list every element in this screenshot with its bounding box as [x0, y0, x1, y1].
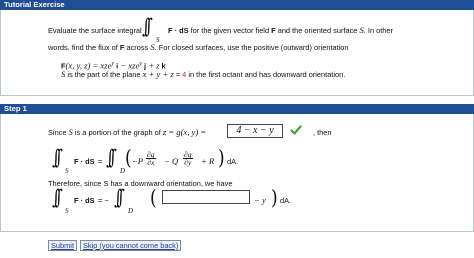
then-text: , then [313, 128, 332, 137]
tutorial-header: Tutorial Exercise [0, 0, 474, 10]
problem-text: is the part of the plane [65, 70, 143, 79]
eq1-lhs: F · dS [74, 157, 95, 166]
field-expr: (x, y, z) = xze [65, 60, 112, 71]
double-integral-symbol: ∫∫ [106, 145, 116, 170]
step-header: Step 1 [0, 104, 474, 114]
field-expr: − xze [118, 60, 140, 71]
integrand-answer-field[interactable] [162, 190, 250, 204]
eq1-term-P: −P [132, 156, 144, 166]
vector-F: F [271, 26, 276, 35]
problem-text: across [126, 43, 149, 52]
integral-subscript: D [128, 207, 134, 215]
eq1-dA: dA. [227, 157, 239, 166]
tutorial-panel [0, 10, 474, 96]
eq1-term-Q: − Q [164, 156, 179, 166]
skip-button[interactable]: Skip (you cannot come back) [80, 240, 182, 251]
submit-button[interactable]: Submit [48, 240, 78, 251]
integrand: F · dS [168, 26, 189, 35]
partial-g-x: ∂g ∂x [146, 151, 156, 166]
surface-definition: S is the part of the plane x + y + z = 4… [61, 69, 346, 80]
problem-text: and the oriented surface [277, 26, 358, 35]
double-integral-symbol: ∫∫ [52, 145, 62, 170]
double-integral-symbol: ∫∫ [142, 14, 152, 39]
problem-text: Evaluate the surface integral [48, 26, 142, 35]
problem-line-2: words, find the flux of F across S. For … [48, 43, 349, 53]
frac-den: ∂y [184, 158, 192, 167]
problem-text: for the given vector field [190, 26, 270, 35]
integral-subscript: S [65, 167, 69, 175]
eq2-equals: = − [98, 196, 109, 205]
problem-line-1-rest: F · dS for the given vector field F and … [168, 26, 393, 36]
double-integral-symbol: ∫∫ [114, 185, 124, 210]
step-text: Since [48, 128, 69, 137]
problem-text: in the first octant and has downward ori… [186, 70, 346, 79]
step-since-line: Since S is a portion of the graph of z =… [48, 127, 207, 138]
check-icon [290, 125, 302, 135]
g-answer-field[interactable]: 4 − x − y [227, 124, 283, 138]
eq1-equals: = [98, 157, 103, 166]
step-text: is a portion of the graph of [72, 128, 163, 137]
equals-sign: = [173, 70, 183, 79]
left-paren: ( [150, 186, 157, 211]
eq2-tail: − y [254, 195, 266, 205]
frac-den: ∂x [147, 158, 155, 167]
problem-text: . In other [363, 26, 393, 35]
right-paren: ) [218, 146, 225, 171]
vector-F: F [119, 43, 125, 52]
eq2-dA: dA. [280, 196, 292, 205]
eq1-term-R: + R [201, 156, 215, 166]
therefore-text: Therefore, since S has a downward orient… [48, 179, 233, 188]
double-integral-symbol: ∫∫ [52, 185, 62, 210]
plane-eq: x + y + z [142, 69, 174, 79]
partial-g-y: ∂g ∂y [183, 151, 193, 166]
integral-subscript: S [65, 207, 69, 215]
problem-line-1: Evaluate the surface integral [48, 26, 142, 35]
problem-text: words, find the flux of [48, 43, 118, 52]
right-paren: ) [271, 186, 278, 211]
eq2-lhs: F · dS [74, 196, 95, 205]
left-paren: ( [125, 146, 132, 171]
graph-eq: z = g(x, y) = [162, 127, 207, 137]
problem-text: . For closed surfaces, use the positive … [154, 43, 349, 52]
